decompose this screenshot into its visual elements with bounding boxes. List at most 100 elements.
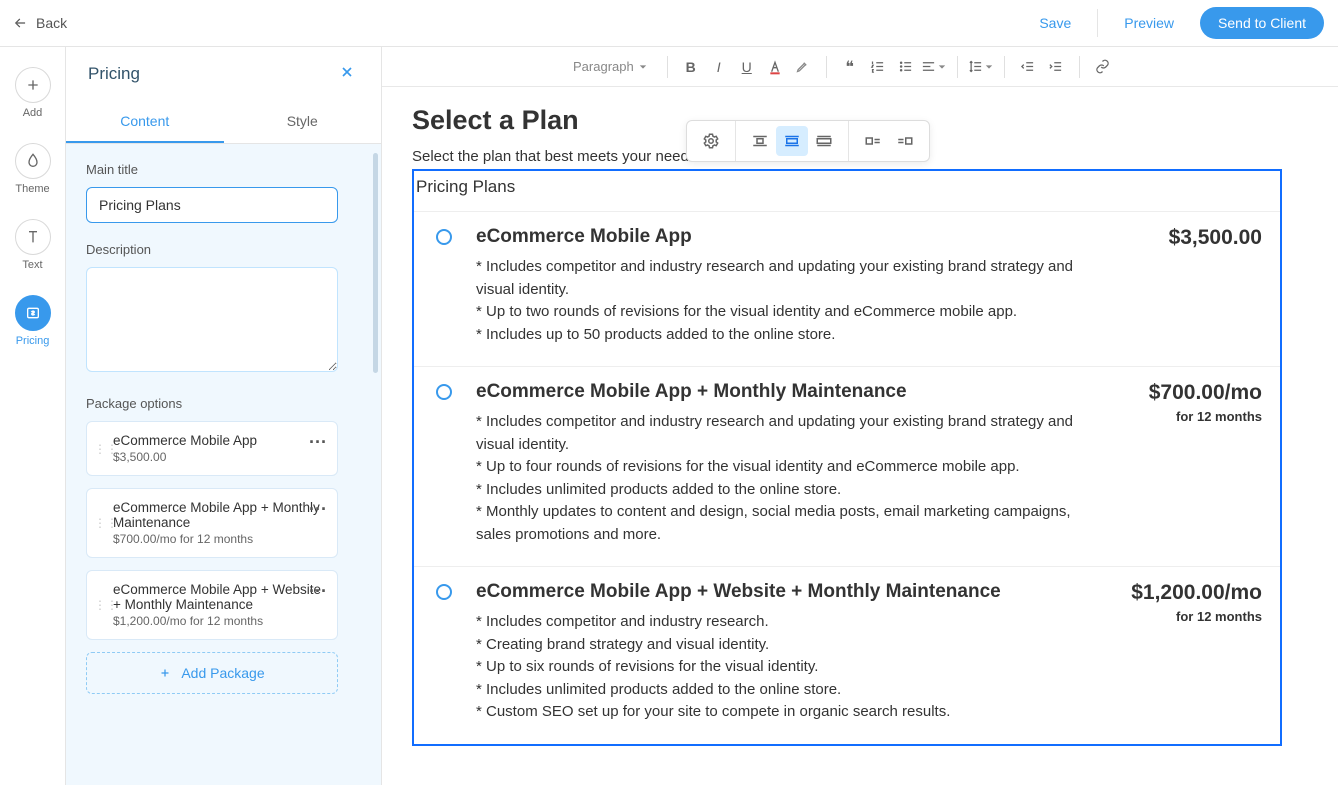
canvas-area: Paragraph B I U ❝	[382, 47, 1338, 785]
plan-radio[interactable]	[436, 229, 452, 245]
plan-radio[interactable]	[436, 384, 452, 400]
package-name: eCommerce Mobile App + Monthly Maintenan…	[113, 500, 325, 530]
plan-name: eCommerce Mobile App + Monthly Maintenan…	[476, 381, 1102, 403]
quote-button[interactable]: ❝	[837, 54, 863, 80]
outdent-button[interactable]	[1015, 54, 1041, 80]
numbered-list-button[interactable]	[865, 54, 891, 80]
drag-handle-icon[interactable]: ⋮⋮	[94, 447, 118, 451]
droplet-icon	[25, 153, 41, 169]
text-color-icon	[767, 59, 783, 75]
plus-icon	[159, 667, 171, 679]
block-settings-button[interactable]	[695, 126, 727, 156]
package-card[interactable]: ⋮⋮ ··· eCommerce Mobile App $3,500.00	[86, 421, 338, 476]
plan-features: * Includes competitor and industry resea…	[476, 256, 1102, 346]
document-canvas[interactable]: Select a Plan Select the plan that best …	[382, 87, 1338, 785]
scrollbar[interactable]	[373, 153, 378, 373]
package-menu-button[interactable]: ···	[309, 432, 327, 453]
italic-button[interactable]: I	[706, 54, 732, 80]
highlight-icon	[795, 59, 810, 74]
plan-term: for 12 months	[1122, 409, 1262, 424]
plan-radio[interactable]	[436, 584, 452, 600]
width-full-button[interactable]	[808, 126, 840, 156]
plan-price: $1,200.00/mo	[1122, 581, 1262, 605]
underline-button[interactable]: U	[734, 54, 760, 80]
drag-handle-icon[interactable]: ⋮⋮	[94, 521, 118, 525]
unordered-list-icon	[898, 59, 913, 74]
rail-pricing[interactable]: Pricing	[15, 295, 51, 347]
highlight-button[interactable]	[790, 54, 816, 80]
main-title-input[interactable]	[86, 187, 338, 223]
link-button[interactable]	[1090, 54, 1116, 80]
package-price: $700.00/mo for 12 months	[113, 532, 325, 546]
align-button[interactable]	[921, 54, 947, 80]
preview-link[interactable]: Preview	[1124, 15, 1174, 31]
package-menu-button[interactable]: ···	[309, 499, 327, 520]
plan-row: eCommerce Mobile App + Monthly Maintenan…	[414, 366, 1280, 566]
package-price: $3,500.00	[113, 450, 325, 464]
link-icon	[1095, 59, 1110, 74]
outdent-icon	[1020, 59, 1035, 74]
plan-features: * Includes competitor and industry resea…	[476, 411, 1102, 546]
align-block-left-icon	[864, 132, 882, 150]
rail-pricing-label: Pricing	[16, 335, 50, 347]
text-color-button[interactable]	[762, 54, 788, 80]
width-wide-button[interactable]	[776, 126, 808, 156]
description-textarea[interactable]	[86, 267, 338, 372]
plan-price: $3,500.00	[1122, 226, 1262, 250]
back-button[interactable]: Back	[14, 15, 67, 31]
package-name: eCommerce Mobile App	[113, 433, 325, 448]
divider	[1097, 9, 1098, 37]
topbar: Back Save Preview Send to Client	[0, 0, 1338, 47]
chevron-down-icon	[639, 63, 647, 71]
line-height-icon	[968, 59, 983, 74]
align-left-icon	[921, 59, 936, 74]
package-card[interactable]: ⋮⋮ ··· eCommerce Mobile App + Monthly Ma…	[86, 488, 338, 558]
plan-name: eCommerce Mobile App	[476, 226, 1102, 248]
width-wide-icon	[783, 132, 801, 150]
drag-handle-icon[interactable]: ⋮⋮	[94, 603, 118, 607]
plus-icon	[25, 77, 41, 93]
rail-add-label: Add	[23, 107, 43, 119]
close-panel-button[interactable]	[335, 59, 359, 90]
plan-row: eCommerce Mobile App + Website + Monthly…	[414, 566, 1280, 744]
save-link[interactable]: Save	[1039, 15, 1071, 31]
package-menu-button[interactable]: ···	[309, 581, 327, 602]
bold-button[interactable]: B	[678, 54, 704, 80]
add-package-button[interactable]: Add Package	[86, 652, 338, 694]
pricing-block-title: Pricing Plans	[414, 171, 1280, 211]
tab-content[interactable]: Content	[66, 101, 224, 143]
plan-price: $700.00/mo	[1122, 381, 1262, 405]
rail-text[interactable]: Text	[15, 219, 51, 271]
plan-term: for 12 months	[1122, 609, 1262, 624]
panel-body: Main title Description Package options ⋮…	[66, 144, 381, 785]
tab-style[interactable]: Style	[224, 101, 382, 143]
package-price: $1,200.00/mo for 12 months	[113, 614, 325, 628]
line-height-button[interactable]	[968, 54, 994, 80]
rail-add[interactable]: Add	[15, 67, 51, 119]
width-narrow-button[interactable]	[744, 126, 776, 156]
align-block-right-button[interactable]	[889, 126, 921, 156]
plan-name: eCommerce Mobile App + Website + Monthly…	[476, 581, 1102, 603]
rail-theme[interactable]: Theme	[15, 143, 51, 195]
back-label: Back	[36, 15, 67, 31]
bullet-list-button[interactable]	[893, 54, 919, 80]
width-full-icon	[815, 132, 833, 150]
block-toolbar	[686, 120, 930, 162]
send-to-client-button[interactable]: Send to Client	[1200, 7, 1324, 39]
plan-row: eCommerce Mobile App * Includes competit…	[414, 211, 1280, 366]
align-block-left-button[interactable]	[857, 126, 889, 156]
paragraph-dropdown[interactable]: Paragraph	[567, 55, 653, 78]
rail-text-label: Text	[22, 259, 42, 271]
chevron-down-icon	[985, 63, 993, 71]
indent-button[interactable]	[1043, 54, 1069, 80]
ordered-list-icon	[870, 59, 885, 74]
rich-text-toolbar: Paragraph B I U ❝	[382, 47, 1338, 87]
arrow-left-icon	[14, 16, 28, 30]
side-panel: Pricing Content Style Main title Descrip…	[66, 47, 382, 785]
text-icon	[25, 229, 41, 245]
chevron-down-icon	[938, 63, 946, 71]
description-label: Description	[86, 242, 361, 257]
pricing-block[interactable]: Pricing Plans eCommerce Mobile App * Inc…	[412, 169, 1282, 746]
package-card[interactable]: ⋮⋮ ··· eCommerce Mobile App + Website + …	[86, 570, 338, 640]
rail-theme-label: Theme	[15, 183, 49, 195]
